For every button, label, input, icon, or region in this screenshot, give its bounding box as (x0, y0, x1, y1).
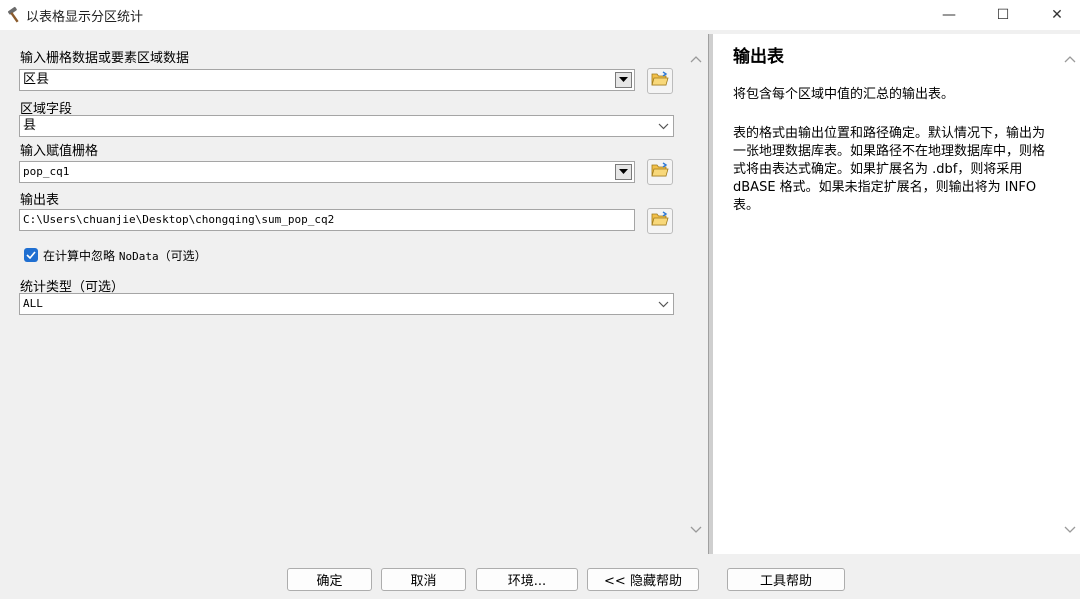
chevron-down-icon[interactable] (654, 117, 672, 135)
value-raster-label: 输入赋值栅格 (20, 144, 99, 159)
minimize-button[interactable]: — (926, 0, 972, 30)
zone-field-select[interactable]: 县 (19, 115, 674, 137)
output-table-label: 输出表 (20, 193, 60, 208)
value-raster-combo[interactable]: pop_cq1 (19, 161, 635, 183)
ignore-nodata-label[interactable]: 在计算中忽略 NoData（可选） (43, 247, 207, 264)
zone-data-label: 输入栅格数据或要素区域数据 (20, 51, 190, 66)
button-bar: 确定 取消 环境... << 隐藏帮助 工具帮助 (0, 554, 1080, 599)
cancel-button[interactable]: 取消 (381, 568, 466, 591)
ignore-nodata-label-mono: NoData (118, 250, 159, 263)
chevron-down-icon[interactable] (1060, 520, 1080, 538)
help-paragraph-1: 将包含每个区域中值的汇总的输出表。 (733, 87, 955, 102)
ignore-nodata-label-prefix: 在计算中忽略 (43, 249, 119, 263)
help-paragraph-2: 表的格式由输出位置和路径确定。默认情况下，输出为一张地理数据库表。如果路径不在地… (733, 126, 1046, 213)
ignore-nodata-label-suffix: （可选） (158, 249, 207, 263)
tool-help-button[interactable]: 工具帮助 (727, 568, 845, 591)
dropdown-arrow-icon[interactable] (615, 72, 632, 88)
chevron-up-icon[interactable] (686, 50, 706, 68)
folder-open-icon (651, 162, 669, 182)
hammer-icon (6, 6, 24, 24)
output-table-browse-button[interactable] (647, 208, 673, 234)
output-table-input[interactable]: C:\Users\chuanjie\Desktop\chongqing\sum_… (19, 209, 635, 231)
value-raster-browse-button[interactable] (647, 159, 673, 185)
zone-data-combo[interactable]: 区县 (19, 69, 635, 91)
chevron-down-icon[interactable] (686, 520, 706, 538)
parameters-pane: 输入栅格数据或要素区域数据 区县 区域字段 县 输入赋值栅格 pop_cq1 输… (0, 34, 708, 554)
window-title: 以表格显示分区统计 (26, 10, 144, 25)
help-pane: 输出表 将包含每个区域中值的汇总的输出表。 表的格式由输出位置和路径确定。默认情… (713, 34, 1080, 554)
folder-open-icon (651, 71, 669, 91)
close-button[interactable]: ✕ (1034, 0, 1080, 30)
dropdown-arrow-icon[interactable] (615, 164, 632, 180)
title-bar: 以表格显示分区统计 — ☐ ✕ (0, 0, 1080, 30)
ok-button[interactable]: 确定 (287, 568, 372, 591)
environments-button[interactable]: 环境... (476, 568, 578, 591)
chevron-up-icon[interactable] (1060, 50, 1080, 68)
ignore-nodata-checkbox[interactable] (24, 248, 38, 262)
folder-open-icon (651, 211, 669, 231)
maximize-button[interactable]: ☐ (980, 0, 1026, 30)
checkmark-icon (26, 251, 36, 259)
statistics-type-select[interactable]: ALL (19, 293, 674, 315)
help-scrollbar[interactable] (1060, 34, 1080, 554)
hide-help-button[interactable]: << 隐藏帮助 (587, 568, 699, 591)
chevron-down-icon[interactable] (654, 295, 672, 313)
zone-data-browse-button[interactable] (647, 68, 673, 94)
help-title: 输出表 (733, 47, 784, 67)
parameters-scrollbar[interactable] (686, 34, 706, 554)
